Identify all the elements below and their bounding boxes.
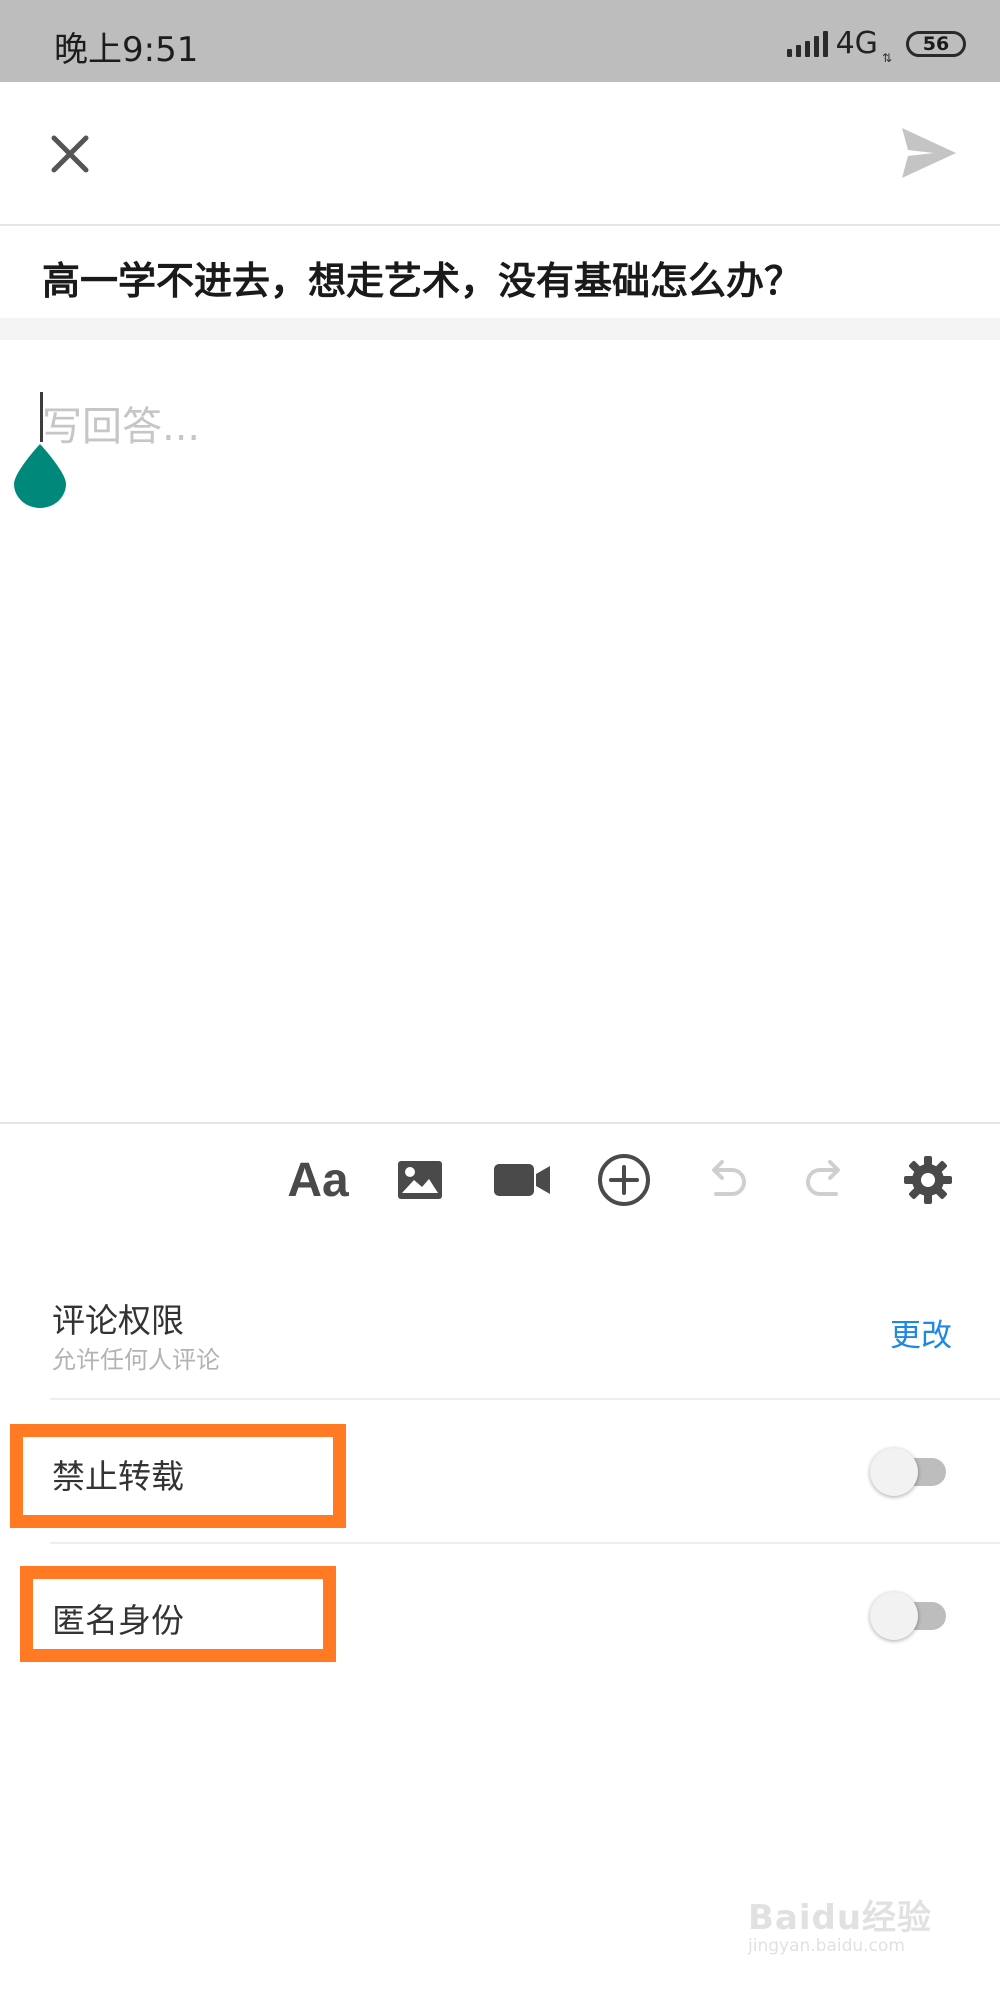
status-indicators: 4G ⇅ 56 <box>786 24 966 65</box>
watermark-url: jingyan.baidu.com <box>748 1936 905 1956</box>
highlight-box-anonymous <box>20 1566 336 1662</box>
insert-more-button[interactable] <box>592 1148 656 1212</box>
comment-permission-row: 评论权限 允许任何人评论 更改 <box>0 1236 1000 1400</box>
font-format-button[interactable]: Aa <box>286 1148 350 1212</box>
close-button[interactable] <box>44 128 96 180</box>
editor-top-bar <box>0 82 1000 226</box>
toggle-knob <box>870 1448 918 1496</box>
image-icon <box>398 1161 442 1199</box>
battery-level: 56 <box>922 33 950 55</box>
settings-icon <box>904 1156 952 1204</box>
close-icon <box>51 135 89 173</box>
signal-icon <box>786 31 828 57</box>
question-title: 高一学不进去，想走艺术，没有基础怎么办？ <box>42 259 803 303</box>
section-divider <box>0 318 1000 340</box>
add-icon <box>598 1154 650 1206</box>
baidu-jingyan-watermark: Baidu经验 jingyan.baidu.com <box>748 1870 948 1970</box>
editor-toolbar: Aa <box>0 1122 1000 1238</box>
settings-button[interactable] <box>896 1148 960 1212</box>
answer-editor[interactable]: 写回答... <box>0 340 1000 1122</box>
undo-icon <box>712 1160 746 1196</box>
network-type: 4G <box>835 26 878 61</box>
data-activity-icon: ⇅ <box>881 51 892 65</box>
status-bar: 晚上9:51 4G ⇅ 56 <box>0 0 1000 82</box>
font-format-icon: Aa <box>287 1153 349 1207</box>
insert-video-button[interactable] <box>490 1148 554 1212</box>
battery-icon: 56 <box>906 31 966 57</box>
redo-icon <box>806 1160 840 1196</box>
send-icon <box>902 128 956 178</box>
send-button[interactable] <box>900 126 958 180</box>
no-repost-toggle[interactable] <box>870 1448 946 1496</box>
status-time: 晚上9:51 <box>54 30 199 70</box>
undo-button[interactable] <box>694 1148 758 1212</box>
cursor-handle-icon[interactable] <box>12 442 68 508</box>
watermark-logo-text: Baidu经验 <box>748 1898 933 1938</box>
toggle-knob <box>870 1592 918 1640</box>
question-header: 高一学不进去，想走艺术，没有基础怎么办？ <box>0 226 1000 318</box>
comment-permission-title: 评论权限 <box>52 1301 184 1340</box>
highlight-box-no-repost <box>10 1424 346 1528</box>
video-icon <box>494 1164 550 1196</box>
redo-button[interactable] <box>794 1148 858 1212</box>
insert-image-button[interactable] <box>388 1148 452 1212</box>
change-permission-link[interactable]: 更改 <box>890 1310 952 1355</box>
comment-permission-subtitle: 允许任何人评论 <box>52 1346 220 1374</box>
anonymous-toggle[interactable] <box>870 1592 946 1640</box>
